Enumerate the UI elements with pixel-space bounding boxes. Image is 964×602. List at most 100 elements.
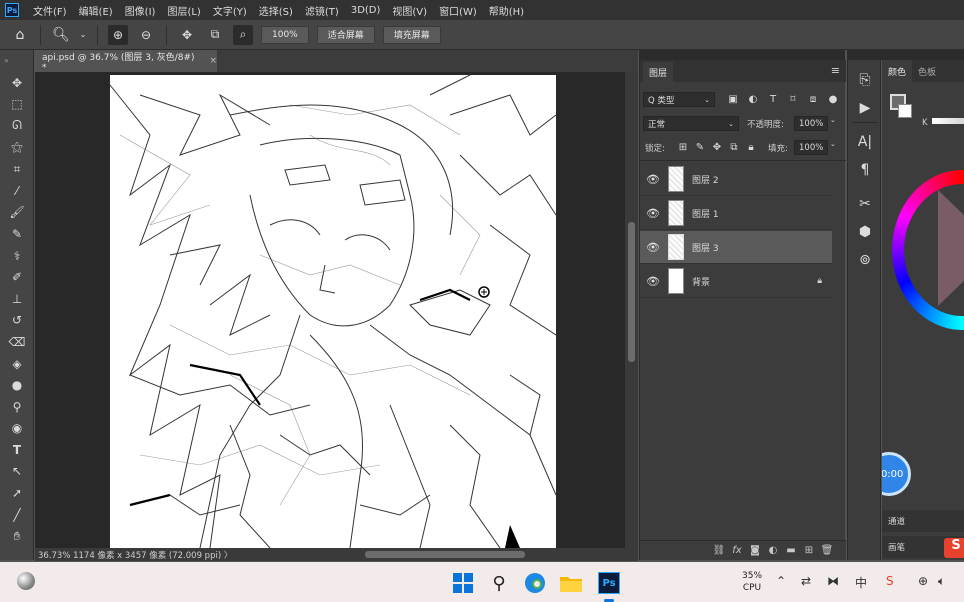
- marquee-tool-icon[interactable]: ⬚: [0, 94, 34, 116]
- menu-edit[interactable]: 编辑(E): [73, 3, 119, 18]
- sliders-icon[interactable]: ⇄: [801, 574, 811, 588]
- new-group-icon[interactable]: ▬: [782, 545, 800, 556]
- direct-selection-icon[interactable]: ➚: [0, 482, 34, 504]
- dodge-tool-icon[interactable]: ⚲: [0, 396, 34, 418]
- mixer-brush-icon[interactable]: ✐: [0, 266, 34, 288]
- tab-swatches[interactable]: 色板: [912, 65, 942, 78]
- sogou-ime-icon[interactable]: S: [944, 538, 964, 558]
- menu-help[interactable]: 帮助(H): [483, 3, 530, 18]
- tab-color[interactable]: 颜色: [882, 60, 913, 82]
- network-icon[interactable]: ⊕: [918, 574, 928, 588]
- menu-view[interactable]: 视图(V): [386, 3, 433, 18]
- weather-widget-icon[interactable]: [17, 572, 35, 590]
- k-slider[interactable]: [932, 118, 964, 124]
- link-layers-icon[interactable]: ⛓︎: [710, 545, 728, 556]
- magic-wand-icon[interactable]: ⚝: [0, 137, 34, 159]
- speaker-icon[interactable]: 🔈︎: [938, 574, 945, 589]
- zoom-all-windows-icon[interactable]: ⧉: [205, 25, 225, 45]
- clone-stamp-icon[interactable]: ⊥: [0, 288, 34, 310]
- menu-type[interactable]: 文字(Y): [207, 3, 253, 18]
- layer-filter-select[interactable]: Q 类型 ⌄: [643, 92, 715, 107]
- photoshop-taskbar-icon[interactable]: Ps: [596, 570, 622, 596]
- menu-filter[interactable]: 滤镜(T): [299, 3, 345, 18]
- visibility-eye-icon[interactable]: 👁︎: [640, 207, 666, 220]
- windows-start-icon[interactable]: [450, 570, 476, 596]
- delete-layer-icon[interactable]: 🗑︎: [818, 545, 836, 556]
- filter-smart-object-icon[interactable]: ⧈: [806, 92, 820, 106]
- blur-tool-icon[interactable]: ●: [0, 374, 34, 396]
- timer-badge[interactable]: 00:00: [882, 452, 911, 496]
- resize-windows-icon[interactable]: ✥: [177, 25, 197, 45]
- layer-row-1[interactable]: 👁︎ 图层 1: [640, 197, 832, 230]
- paint-bucket-icon[interactable]: ◈: [0, 353, 34, 375]
- document-info[interactable]: 36.73% 1174 像素 x 3457 像素 (72.009 ppi) 〉: [35, 549, 232, 561]
- visibility-eye-icon[interactable]: 👁︎: [640, 173, 666, 186]
- media-icon[interactable]: ⧓: [827, 574, 839, 588]
- layer-row-3-selected[interactable]: 👁︎ 图层 3: [640, 231, 832, 264]
- type-tool-icon[interactable]: T: [0, 439, 34, 461]
- search-icon[interactable]: ⚲: [486, 570, 512, 596]
- menu-file[interactable]: 文件(F): [27, 3, 73, 18]
- eraser-tool-icon[interactable]: ⌫: [0, 331, 34, 353]
- zoom-tool-icon[interactable]: 🔍︎: [51, 25, 71, 45]
- sogou-tray-icon[interactable]: S: [886, 574, 894, 588]
- background-color-swatch[interactable]: [898, 104, 912, 118]
- menu-window[interactable]: 窗口(W): [433, 3, 483, 18]
- canvas-workspace[interactable]: [35, 72, 625, 548]
- horizontal-scroll-thumb[interactable]: [365, 551, 525, 558]
- vertical-scroll-thumb[interactable]: [628, 222, 635, 362]
- vertical-scrollbar[interactable]: [625, 72, 638, 548]
- chevron-down-icon[interactable]: ⌄: [79, 25, 87, 45]
- character-icon[interactable]: A|: [848, 128, 882, 156]
- layer-style-icon[interactable]: fx: [728, 545, 746, 556]
- lock-transparency-icon[interactable]: ⊞: [676, 140, 690, 154]
- new-layer-icon[interactable]: ⊞: [800, 545, 818, 556]
- filter-toggle-icon[interactable]: ●: [826, 92, 840, 106]
- fit-screen-button[interactable]: 适合屏幕: [316, 25, 375, 44]
- blend-mode-select[interactable]: 正常 ⌄: [643, 116, 739, 131]
- brush-settings-icon[interactable]: ✂: [848, 190, 882, 218]
- filter-pixel-icon[interactable]: ▣: [726, 92, 740, 106]
- history-icon[interactable]: ⎘: [848, 66, 882, 94]
- actions-play-icon[interactable]: ▶: [848, 94, 882, 122]
- move-tool-icon[interactable]: ✥: [0, 72, 34, 94]
- fill-screen-button[interactable]: 填充屏幕: [382, 25, 441, 44]
- file-explorer-icon[interactable]: [558, 570, 584, 596]
- line-tool-icon[interactable]: ╱: [0, 504, 34, 526]
- cpu-monitor[interactable]: 35% CPU: [742, 570, 762, 594]
- input-method-icon[interactable]: 中: [855, 574, 867, 591]
- edge-browser-icon[interactable]: [522, 570, 548, 596]
- channels-panel-tab[interactable]: 通道: [882, 510, 964, 532]
- crop-tool-icon[interactable]: ⌗: [0, 158, 34, 180]
- chevron-up-icon[interactable]: ⌃: [776, 574, 786, 588]
- menu-3d[interactable]: 3D(D): [345, 5, 387, 16]
- lock-position-icon[interactable]: ✥: [710, 140, 724, 154]
- layer-row-2[interactable]: 👁︎ 图层 2: [640, 163, 832, 196]
- zoom-100-button[interactable]: 100%: [261, 25, 309, 44]
- filter-shape-icon[interactable]: ⌑: [786, 92, 800, 106]
- healing-brush-icon[interactable]: ⚕: [0, 245, 34, 267]
- color-triangle[interactable]: [938, 190, 964, 306]
- eyedropper-icon[interactable]: ⁄: [0, 180, 34, 202]
- lock-artboard-icon[interactable]: ⧉: [727, 140, 741, 154]
- opacity-input[interactable]: 100%: [794, 116, 828, 131]
- document-tab[interactable]: api.psd @ 36.7% (图层 3, 灰色/8#) * ×: [35, 50, 217, 73]
- history-brush-icon[interactable]: ↺: [0, 310, 34, 332]
- paragraph-icon[interactable]: ¶: [848, 156, 882, 184]
- close-icon[interactable]: ×: [209, 56, 217, 66]
- menu-layer[interactable]: 图层(L): [161, 3, 206, 18]
- scrubby-zoom-icon[interactable]: ⌕: [233, 24, 253, 45]
- lock-all-icon[interactable]: 🔒︎: [744, 140, 758, 154]
- tab-layers[interactable]: 图层: [643, 62, 674, 82]
- menu-select[interactable]: 选择(S): [253, 3, 299, 18]
- lasso-tool-icon[interactable]: ᘏ: [0, 115, 34, 137]
- lock-image-icon[interactable]: ✎: [693, 140, 707, 154]
- home-icon[interactable]: ⌂: [10, 25, 30, 45]
- chevron-down-icon[interactable]: ⌄: [830, 140, 836, 148]
- fill-input[interactable]: 100%: [794, 140, 828, 155]
- chevron-down-icon[interactable]: ⌄: [830, 116, 836, 124]
- pencil-tool-icon[interactable]: ✎: [0, 223, 34, 245]
- sponge-tool-icon[interactable]: ◉: [0, 418, 34, 440]
- 3d-icon[interactable]: ⬢: [848, 218, 882, 246]
- filter-type-icon[interactable]: T: [766, 92, 780, 106]
